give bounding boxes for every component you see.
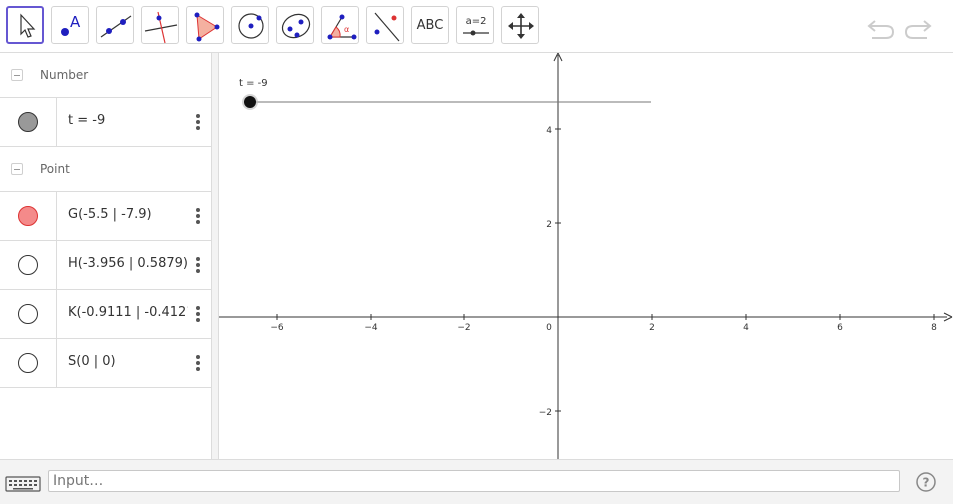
- keyboard-button[interactable]: [0, 467, 45, 497]
- visibility-marble[interactable]: [18, 353, 38, 373]
- text-icon: ABC: [416, 17, 444, 33]
- point-tool[interactable]: A: [51, 6, 89, 44]
- more-options-icon[interactable]: [192, 112, 204, 132]
- more-options-icon[interactable]: [192, 304, 204, 324]
- slider-tool[interactable]: a=2: [456, 6, 494, 44]
- x-tick-label: −2: [457, 323, 470, 333]
- more-options-icon[interactable]: [192, 206, 204, 226]
- keyboard-icon: [5, 476, 41, 492]
- arrow-cursor-icon: [20, 13, 36, 38]
- visibility-marble[interactable]: [18, 112, 38, 132]
- algebra-row-text[interactable]: K(-0.9111 | -0.4121): [68, 305, 188, 320]
- circle-tool[interactable]: [231, 6, 269, 44]
- algebra-input-field[interactable]: [48, 470, 900, 492]
- algebra-row-H[interactable]: H(-3.956 | 0.5879): [0, 241, 211, 290]
- group-label: Point: [40, 162, 70, 176]
- perpendicular-line-tool[interactable]: [141, 6, 179, 44]
- y-tick-label: 4: [546, 126, 552, 136]
- more-options-icon[interactable]: [192, 255, 204, 275]
- text-tool[interactable]: ABC: [411, 6, 449, 44]
- conic-tool[interactable]: [276, 6, 314, 44]
- marble-cell: [0, 339, 57, 387]
- graphics-view[interactable]: −6 −4 −2 0 2 4 6 8 4 2 −2 t = -9: [219, 53, 953, 459]
- more-options-icon[interactable]: [192, 353, 204, 373]
- ellipse-icon: [281, 13, 311, 39]
- marble-cell: [0, 241, 57, 289]
- visibility-marble[interactable]: [18, 304, 38, 324]
- line-tool[interactable]: [96, 6, 134, 44]
- polygon-icon: [194, 12, 220, 42]
- collapse-icon[interactable]: [11, 163, 23, 175]
- perpendicular-line-icon: [144, 11, 178, 44]
- marble-cell: [0, 192, 57, 240]
- collapse-icon[interactable]: [11, 69, 23, 81]
- x-tick-label: −4: [364, 323, 378, 333]
- algebra-row-text[interactable]: H(-3.956 | 0.5879): [68, 256, 188, 271]
- marble-cell: [0, 98, 57, 146]
- svg-text:?: ?: [923, 476, 930, 490]
- x-tick-label: 6: [837, 323, 843, 333]
- undo-button[interactable]: [866, 12, 896, 42]
- point-icon: A: [61, 13, 81, 36]
- algebra-row-K[interactable]: K(-0.9111 | -0.4121): [0, 290, 211, 339]
- polygon-tool[interactable]: [186, 6, 224, 44]
- move-graphics-tool[interactable]: [501, 6, 539, 44]
- x-tick-label: −6: [270, 323, 284, 333]
- coordinate-plane[interactable]: −6 −4 −2 0 2 4 6 8 4 2 −2 t = -9: [219, 53, 953, 459]
- slider-knob[interactable]: [244, 96, 256, 108]
- group-label: Number: [40, 68, 89, 82]
- move-arrows-icon: [508, 13, 534, 39]
- angle-tool[interactable]: α: [321, 6, 359, 44]
- redo-button[interactable]: [903, 12, 933, 42]
- algebra-row-S[interactable]: S(0 | 0): [0, 339, 211, 388]
- visibility-marble[interactable]: [18, 206, 38, 226]
- point-tool-label: A: [70, 13, 81, 31]
- algebra-view: Number t = -9 Point G(-5.5 | -7.9) H(-3.…: [0, 53, 212, 459]
- reflect-about-line-icon: [374, 12, 400, 42]
- panel-splitter[interactable]: [212, 53, 219, 459]
- algebra-row-text[interactable]: G(-5.5 | -7.9): [68, 207, 152, 222]
- undo-icon: [867, 20, 895, 39]
- input-bar: ?: [0, 459, 953, 504]
- svg-text:α: α: [344, 25, 349, 34]
- x-tick-label: 0: [546, 323, 552, 333]
- redo-icon: [904, 20, 932, 39]
- slider-icon: a=2: [463, 16, 489, 36]
- x-tick-label: 4: [743, 323, 749, 333]
- group-header-point[interactable]: Point: [0, 147, 211, 192]
- toolbar: A α ABC a=2: [0, 0, 953, 53]
- slider-label: t = -9: [239, 78, 268, 89]
- move-tool[interactable]: [6, 6, 44, 44]
- algebra-row-t[interactable]: t = -9: [0, 98, 211, 147]
- algebra-row-text[interactable]: S(0 | 0): [68, 354, 116, 369]
- algebra-row-text[interactable]: t = -9: [68, 113, 105, 128]
- slider-tool-label: a=2: [466, 16, 487, 27]
- circle-center-point-icon: [238, 13, 264, 39]
- algebra-row-G[interactable]: G(-5.5 | -7.9): [0, 192, 211, 241]
- x-tick-label: 2: [649, 323, 655, 333]
- line-through-points-icon: [100, 15, 132, 38]
- help-icon: ?: [916, 472, 936, 492]
- group-header-number[interactable]: Number: [0, 53, 211, 98]
- visibility-marble[interactable]: [18, 255, 38, 275]
- marble-cell: [0, 290, 57, 338]
- y-tick-label: 2: [546, 220, 552, 230]
- reflect-tool[interactable]: [366, 6, 404, 44]
- y-tick-label: −2: [539, 408, 552, 418]
- x-tick-label: 8: [931, 323, 937, 333]
- help-button[interactable]: ?: [915, 471, 937, 493]
- angle-icon: α: [327, 14, 357, 40]
